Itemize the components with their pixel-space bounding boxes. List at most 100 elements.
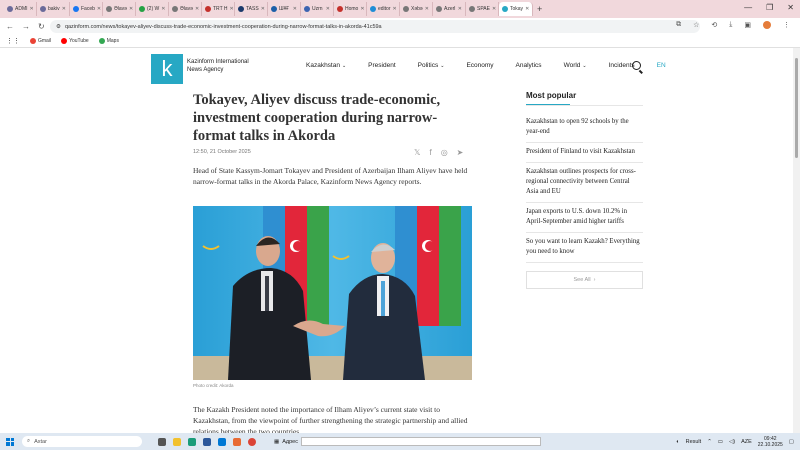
tray-chevron-icon[interactable]: ⌃: [707, 439, 712, 445]
task-view-icon[interactable]: [158, 437, 166, 446]
photos-icon[interactable]: [233, 437, 241, 446]
reload-icon[interactable]: ↻: [38, 22, 45, 31]
history-icon[interactable]: ⟲: [711, 21, 717, 29]
nav-item[interactable]: Incidents: [609, 62, 635, 69]
nav-item[interactable]: Economy: [466, 62, 493, 69]
browser-tab[interactable]: Əlavə ✕: [169, 2, 202, 16]
forward-icon[interactable]: →: [22, 22, 30, 31]
browser-tab[interactable]: Faceb ✕: [70, 2, 103, 16]
site-brand[interactable]: Kazinform International News Agency: [187, 58, 257, 74]
tab-close-icon[interactable]: ✕: [458, 6, 462, 12]
browser-tab[interactable]: (2) W ✕: [136, 2, 169, 16]
scrollbar-thumb[interactable]: [795, 58, 798, 158]
chrome-icon[interactable]: [248, 437, 256, 446]
network-icon[interactable]: ▭: [718, 439, 723, 445]
see-all-button[interactable]: See All ›: [526, 271, 643, 289]
x-share-icon[interactable]: 𝕏: [414, 148, 420, 157]
most-popular-item[interactable]: President of Finland to visit Kazakhstan: [526, 143, 643, 163]
mail-icon[interactable]: [218, 437, 226, 446]
profile-avatar[interactable]: [763, 21, 771, 29]
taskbar-search[interactable]: ⌕ Axtar: [22, 436, 142, 447]
minimize-icon[interactable]: —: [744, 3, 752, 12]
bookmark-star-icon[interactable]: ☆: [693, 21, 699, 29]
browser-tab[interactable]: Xəbə ✕: [400, 2, 433, 16]
nav-item[interactable]: Politics ⌄: [418, 62, 445, 69]
tab-close-icon[interactable]: ✕: [129, 6, 133, 12]
browser-tab[interactable]: SPAE ✕: [466, 2, 499, 16]
whatsapp-share-icon[interactable]: ◎: [441, 148, 448, 157]
nav-item-label: Analytics: [515, 62, 542, 69]
page-scrollbar[interactable]: [793, 48, 800, 433]
browser-tab[interactable]: TASS ✕: [235, 2, 268, 16]
facebook-share-icon[interactable]: f: [429, 148, 431, 157]
site-logo[interactable]: k: [151, 54, 183, 84]
tab-close-icon[interactable]: ✕: [261, 6, 265, 12]
browser-tab[interactable]: ШҰҒ ✕: [268, 2, 301, 16]
browser-tab[interactable]: editor ✕: [367, 2, 400, 16]
tab-label: editor: [378, 6, 391, 12]
bookmark-item[interactable]: YouTube: [61, 38, 89, 44]
site-info-icon[interactable]: ⚙: [56, 24, 61, 30]
most-popular-item[interactable]: Japan exports to U.S. down 10.2% in Apri…: [526, 203, 643, 233]
browser-tab[interactable]: TRT H ✕: [202, 2, 235, 16]
most-popular-item[interactable]: So you want to learn Kazakh? Everything …: [526, 233, 643, 263]
url-input[interactable]: ⚙ qazinform.com/news/tokayev-aliyev-disc…: [50, 20, 700, 33]
tab-close-icon[interactable]: ✕: [97, 6, 101, 12]
nav-item[interactable]: Analytics: [516, 62, 542, 69]
bookmark-label: Maps: [106, 38, 119, 44]
keyboard-lang[interactable]: AZE: [741, 439, 752, 445]
language-switch[interactable]: EN: [657, 62, 666, 69]
photo-caption: Photo credit: Akorda: [193, 383, 234, 388]
volume-icon[interactable]: ◁): [729, 439, 735, 445]
browser-tab[interactable]: Uzrn ✕: [301, 2, 334, 16]
download-icon[interactable]: ⤓: [729, 21, 732, 29]
new-tab-button[interactable]: +: [537, 4, 542, 14]
most-popular-item[interactable]: Kazakhstan outlines prospects for cross-…: [526, 163, 643, 203]
see-all-label: See All: [573, 277, 591, 283]
apps-grid-icon[interactable]: ⋮⋮: [6, 37, 20, 45]
tab-close-icon[interactable]: ✕: [326, 6, 330, 12]
close-icon[interactable]: ✕: [787, 3, 794, 12]
tab-close-icon[interactable]: ✕: [492, 6, 496, 12]
tab-close-icon[interactable]: ✕: [425, 6, 429, 12]
file-explorer-icon[interactable]: [173, 437, 181, 446]
address-toolbar-input[interactable]: [300, 437, 541, 446]
translate-icon[interactable]: ⧉: [676, 21, 681, 29]
tab-close-icon[interactable]: ✕: [393, 6, 397, 12]
bookmark-item[interactable]: Maps: [98, 38, 119, 44]
bookmark-item[interactable]: Gmail: [30, 38, 51, 44]
tab-close-icon[interactable]: ✕: [525, 6, 529, 12]
search-icon[interactable]: [632, 61, 641, 70]
nav-item[interactable]: Kazakhstan ⌄: [306, 62, 346, 69]
nav-item[interactable]: World ⌄: [564, 62, 587, 69]
notification-icon[interactable]: ▢: [789, 439, 794, 445]
tab-close-icon[interactable]: ✕: [360, 6, 364, 12]
tab-close-icon[interactable]: ✕: [62, 6, 66, 12]
edge-icon[interactable]: [188, 437, 196, 446]
tab-close-icon[interactable]: ✕: [293, 6, 297, 12]
extensions-icon[interactable]: ▣: [744, 21, 751, 29]
start-button[interactable]: [6, 437, 14, 446]
result-widget-icon[interactable]: ◐: [676, 439, 679, 445]
tab-close-icon[interactable]: ✕: [161, 6, 165, 12]
result-label[interactable]: Result: [686, 439, 702, 445]
browser-tab[interactable]: Homo ✕: [334, 2, 367, 16]
word-icon[interactable]: [203, 437, 211, 446]
browser-tab[interactable]: Azerl ✕: [433, 2, 466, 16]
maximize-icon[interactable]: ❐: [766, 3, 773, 12]
tab-label: ШҰҒ: [279, 6, 290, 12]
tab-close-icon[interactable]: ✕: [30, 6, 34, 12]
tab-close-icon[interactable]: ✕: [195, 6, 199, 12]
tab-favicon: [73, 6, 79, 12]
telegram-share-icon[interactable]: ➤: [457, 148, 464, 157]
browser-tab[interactable]: ADMI ✕: [4, 2, 37, 16]
back-icon[interactable]: ←: [6, 22, 14, 31]
browser-tab[interactable]: Əlavə ✕: [103, 2, 136, 16]
browser-tab[interactable]: bakiv ✕: [37, 2, 70, 16]
menu-kebab-icon[interactable]: ⋮: [783, 21, 790, 29]
tab-close-icon[interactable]: ✕: [230, 6, 234, 12]
clock[interactable]: 09:42 22.10.2025: [758, 436, 783, 448]
most-popular-item[interactable]: Kazakhstan to open 92 schools by the yea…: [526, 113, 643, 143]
nav-item[interactable]: President: [368, 62, 395, 69]
browser-tab[interactable]: Tokay ✕: [499, 2, 533, 16]
